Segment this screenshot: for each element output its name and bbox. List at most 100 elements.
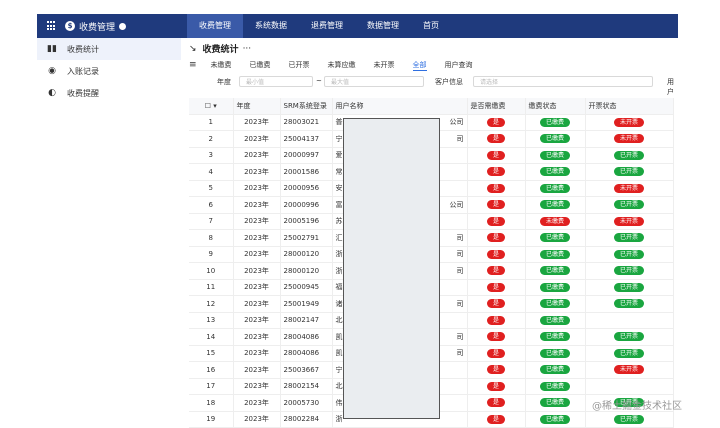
sidebar-item[interactable]: ▮▮ 收费统计 [37,38,181,60]
cell-pay-status: 已缴费 [525,180,586,197]
row-number: 15 [189,345,234,362]
cell-srm: 28004086 [280,328,333,346]
cell-pay-status: 已缴费 [525,262,586,280]
status-badge: 已缴费 [539,381,570,391]
app-switch-icon[interactable] [119,22,127,30]
tab[interactable]: 未算应缴 [328,60,356,70]
cell-invoice-status: 已开票 [585,279,674,296]
app-logo[interactable]: $ 收费管理 [37,20,187,33]
cell-year: 2023年 [233,394,281,412]
sidebar-item[interactable]: ◐ 收费提醒 [37,82,181,104]
cell-need: 是 [467,361,526,379]
row-number: 19 [189,411,234,428]
cell-invoice-status: 未开票 [585,130,674,148]
nav-item[interactable]: 首页 [411,14,451,38]
header-year[interactable]: 年度 [233,98,281,115]
cell-need: 是 [467,180,526,197]
cell-invoice-status: 已开票 [585,163,674,181]
cell-srm: 28002147 [280,312,333,329]
select-all-checkbox[interactable]: ☐ ▾ [189,98,234,115]
name-text: 浙 [335,266,343,275]
header-pay-status[interactable]: 缴费状态 [525,98,586,115]
top-nav-bar: $ 收费管理 收费管理 系统数据 退费管理 数据管理 首页 [37,14,678,38]
bars-icon: ▮▮ [47,44,57,54]
cell-srm: 28002154 [280,378,333,395]
cell-pay-status: 已缴费 [525,312,586,329]
status-badge: 未开票 [613,365,644,375]
cell-srm: 28000120 [280,246,333,263]
status-badge: 已缴费 [539,266,570,276]
row-number: 1 [189,114,234,131]
year-min-input[interactable]: 最小值 [239,76,313,87]
nav-item[interactable]: 系统数据 [243,14,299,38]
name-text: 北 [335,382,343,391]
sidebar-item-label: 入账记录 [67,66,99,76]
status-badge: 已缴费 [539,332,570,342]
status-badge: 是 [486,167,505,177]
status-badge: 已缴费 [539,299,570,309]
row-number: 14 [189,328,234,346]
cell-srm: 28003021 [280,114,333,131]
customer-filter-label: 客户信息 [435,78,463,86]
status-badge: 已缴费 [539,414,570,424]
year-max-input[interactable]: 最大值 [324,76,424,87]
tab[interactable]: 已缴费 [250,60,271,70]
status-badge: 已开票 [613,414,644,424]
tab[interactable]: 未开票 [374,60,395,70]
header-name[interactable]: 用户名称 [332,98,468,115]
status-badge: 是 [486,398,505,408]
sidebar-item[interactable]: ◉ 入账记录 [37,60,181,82]
name-suffix: 公司 [449,118,464,127]
nav-item[interactable]: 数据管理 [355,14,411,38]
header-need[interactable]: 是否需缴费 [467,98,526,115]
name-text: 浙 [335,250,343,259]
row-number: 13 [189,312,234,329]
cell-pay-status: 未缴费 [525,213,586,230]
more-icon[interactable]: ··· [243,44,252,54]
status-badge: 是 [486,315,505,325]
cell-pay-status: 已缴费 [525,345,586,362]
nav-item[interactable]: 退费管理 [299,14,355,38]
cell-pay-status: 已缴费 [525,196,586,214]
header-srm[interactable]: SRM系统登录 [280,98,333,115]
cell-need: 是 [467,345,526,362]
cell-invoice-status: 未开票 [585,114,674,131]
app-grid-icon[interactable] [47,21,57,31]
filter-tabs: ≡ 未缴费 已缴费 已开票 未算应缴 未开票 全部 用户查询 [189,58,678,72]
row-number: 6 [189,196,234,214]
cell-invoice-status: 已开票 [585,147,674,164]
row-number: 3 [189,147,234,164]
nav-item[interactable]: 收费管理 [187,14,243,38]
name-suffix: 司 [456,299,464,308]
menu-icon[interactable]: ≡ [189,60,197,70]
row-number: 4 [189,163,234,181]
row-number: 7 [189,213,234,230]
tab[interactable]: 未缴费 [211,60,232,70]
status-badge: 是 [486,233,505,243]
cell-year: 2023年 [233,229,281,247]
row-number: 17 [189,378,234,395]
page-title-text: 收费统计 [202,45,239,55]
row-number: 11 [189,279,234,296]
page-title: ↘ 收费统计 ··· [189,42,252,56]
row-number: 5 [189,180,234,197]
status-badge: 已缴费 [539,200,570,210]
name-suffix: 司 [456,233,464,242]
cell-need: 是 [467,312,526,329]
tab[interactable]: 已开票 [289,60,310,70]
name-text: 宁 [335,365,343,374]
cell-pay-status: 已缴费 [525,394,586,412]
cell-srm: 20000997 [280,147,333,164]
name-suffix: 司 [456,332,464,341]
header-invoice-status[interactable]: 开票状态 [585,98,674,115]
status-badge: 是 [486,282,505,292]
cell-year: 2023年 [233,262,281,280]
tab[interactable]: 全部 [412,60,427,71]
cell-pay-status: 已缴费 [525,279,586,296]
customer-select[interactable]: 请选择 [473,76,653,87]
status-badge: 未开票 [613,183,644,193]
cell-need: 是 [467,130,526,148]
tab[interactable]: 用户查询 [445,60,473,70]
cell-invoice-status: 已开票 [585,328,674,346]
status-badge: 未开票 [613,134,644,144]
